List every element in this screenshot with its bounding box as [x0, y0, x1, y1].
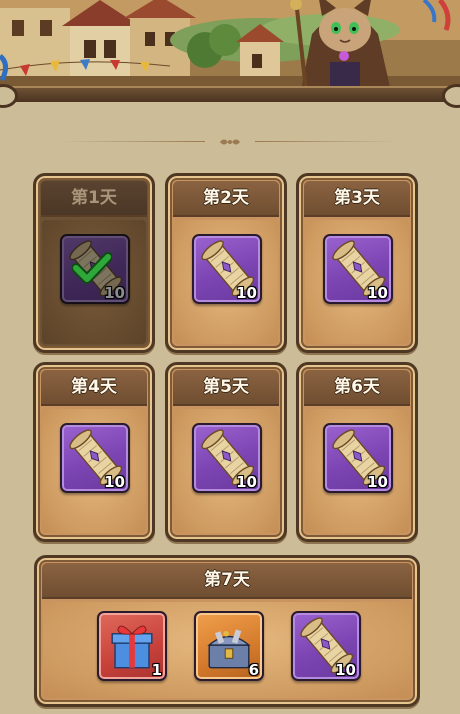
reward-quantity: 6: [248, 661, 259, 679]
reward-quantity: 10: [236, 473, 257, 491]
reward-quantity: 10: [104, 473, 125, 491]
reward-quantity: 10: [236, 284, 257, 302]
day-label: 第3天: [304, 181, 410, 217]
day-card-7[interactable]: 第7天 1 6 10: [34, 555, 420, 707]
checkmark-icon: [72, 252, 112, 284]
day-label: 第5天: [173, 370, 279, 406]
reward-quantity: 10: [367, 284, 388, 302]
reward-quantity: 10: [367, 473, 388, 491]
reward-slot[interactable]: 10: [60, 423, 130, 493]
reward-quantity: 10: [335, 661, 356, 679]
event-banner: [0, 0, 460, 96]
reward-slot[interactable]: 1: [97, 611, 167, 681]
reward-quantity: 10: [104, 284, 125, 302]
day-card-3[interactable]: 第3天 10: [296, 173, 418, 353]
town-illustration: [0, 0, 460, 96]
banner-frame: [0, 84, 460, 108]
day-label: 第6天: [304, 370, 410, 406]
section-divider: [60, 134, 400, 150]
day-label: 第1天: [41, 181, 147, 217]
reward-quantity: 1: [151, 661, 162, 679]
day-label: 第2天: [173, 181, 279, 217]
day-card-4[interactable]: 第4天 10: [33, 362, 155, 542]
day-card-5[interactable]: 第5天 10: [165, 362, 287, 542]
reward-slot[interactable]: 10: [291, 611, 361, 681]
day-card-1[interactable]: 第1天 10: [33, 173, 155, 353]
reward-slot[interactable]: 10: [192, 423, 262, 493]
day-label: 第4天: [41, 370, 147, 406]
reward-slot[interactable]: 10: [323, 234, 393, 304]
day-card-2[interactable]: 第2天 10: [165, 173, 287, 353]
ornament-icon: [220, 139, 240, 145]
reward-slot[interactable]: 10: [192, 234, 262, 304]
reward-slot[interactable]: 10: [323, 423, 393, 493]
day-label: 第7天: [42, 563, 412, 599]
day-card-6[interactable]: 第6天 10: [296, 362, 418, 542]
reward-slot[interactable]: 6: [194, 611, 264, 681]
